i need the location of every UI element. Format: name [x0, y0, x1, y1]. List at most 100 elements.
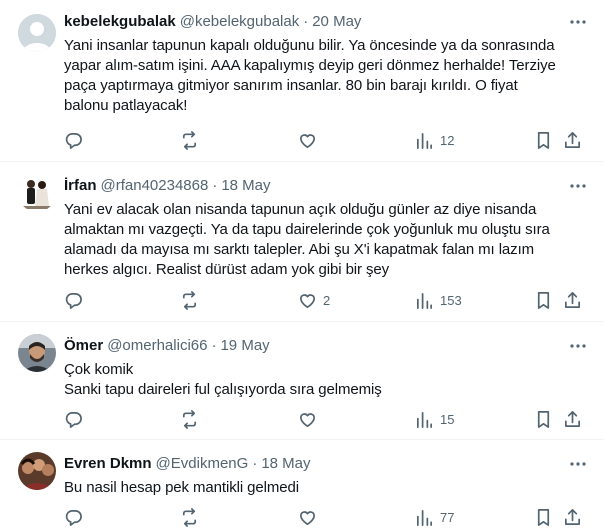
man-photo-icon: [18, 334, 56, 372]
default-avatar-icon: [18, 14, 56, 52]
tweet-text-line: Sanki tapu daireleri ful çalışıyorda sır…: [64, 381, 382, 398]
share-button[interactable]: [563, 129, 582, 151]
reply-icon: [65, 132, 82, 149]
views-count: 15: [440, 411, 455, 427]
more-icon[interactable]: [566, 452, 590, 476]
views-button[interactable]: 153: [415, 289, 462, 311]
separator: ·: [211, 337, 217, 354]
views-icon: [416, 292, 433, 309]
tweet-text-line: paça yaptırmaya gitmiyor sanırım insanla…: [64, 77, 518, 94]
retweet-button[interactable]: [180, 129, 199, 151]
tweet-header: İrfan @rfan40234868 · 18 May: [64, 176, 590, 196]
share-icon: [564, 508, 581, 525]
retweet-icon: [182, 507, 197, 527]
like-icon: [299, 293, 316, 308]
tweet-text-line: Yani ev alacak olan nisanda tapunun açık…: [64, 201, 537, 218]
user-handle[interactable]: @kebelekgubalak: [180, 12, 299, 32]
tweet-text: Bu nasil hesap pek mantikli gelmedi: [64, 478, 590, 498]
display-name[interactable]: kebelekgubalak: [64, 12, 176, 32]
tweet[interactable]: kebelekgubalak @kebelekgubalak · 20 May …: [0, 0, 604, 162]
bookmark-button[interactable]: [534, 289, 553, 311]
tweet-text-line: herkes algıcı. Realist dürüst adam yok g…: [64, 261, 390, 278]
share-button[interactable]: [563, 408, 582, 430]
bookmark-icon: [537, 410, 550, 428]
action-bar: 15: [0, 408, 604, 430]
tweet-text: Çok komik Sanki tapu daireleri ful çalış…: [64, 360, 590, 400]
tweet[interactable]: İrfan @rfan40234868 · 18 May Yani ev ala…: [0, 162, 604, 322]
tweet-header: Ömer @omerhalici66 · 19 May: [64, 336, 590, 356]
reply-button[interactable]: [64, 289, 83, 311]
views-button[interactable]: 15: [415, 408, 454, 430]
retweet-icon: [182, 130, 197, 150]
retweet-button[interactable]: [180, 289, 199, 311]
tweet-date[interactable]: 18 May: [221, 176, 270, 196]
share-button[interactable]: [563, 289, 582, 311]
like-button[interactable]: [298, 129, 323, 151]
like-icon: [299, 412, 316, 427]
tweet-text-line: Yani insanlar tapunun kapalı olduğunu bi…: [64, 37, 555, 54]
bookmark-icon: [537, 291, 550, 309]
views-count: 77: [440, 509, 455, 525]
tweet-date[interactable]: 18 May: [261, 454, 310, 474]
avatar[interactable]: [18, 14, 56, 52]
views-button[interactable]: 12: [415, 129, 454, 151]
reply-icon: [65, 411, 82, 428]
views-icon: [416, 411, 433, 428]
user-handle[interactable]: @rfan40234868: [101, 176, 209, 196]
tweet-text-line: alamadı da mayısa mı sarktı talepler. Ab…: [64, 241, 535, 258]
more-icon[interactable]: [566, 10, 590, 34]
tweet-text-line: almaktan mı vazgeçti. Ya da tapu dairele…: [64, 221, 550, 238]
tweet-text: Yani ev alacak olan nisanda tapunun açık…: [64, 200, 590, 280]
like-button[interactable]: [298, 408, 323, 430]
tweet-text-line: Çok komik: [64, 361, 134, 378]
tweet[interactable]: Ömer @omerhalici66 · 19 May Çok komik Sa…: [0, 322, 604, 440]
like-icon: [299, 510, 316, 525]
action-bar: 2 153: [0, 289, 604, 311]
like-button[interactable]: 2: [298, 289, 330, 311]
tweet-text-line: balonu patlayacak!: [64, 97, 188, 114]
tweet-text-line: yapar alım-satım işini. AAA kapalıymış d…: [64, 57, 556, 74]
views-count: 12: [440, 132, 455, 148]
bookmark-icon: [537, 131, 550, 149]
display-name[interactable]: İrfan: [64, 176, 97, 196]
tweet-date[interactable]: 20 May: [312, 12, 361, 32]
avatar[interactable]: [18, 334, 56, 372]
reply-icon: [65, 292, 82, 309]
tweet-text-line: Bu nasil hesap pek mantikli gelmedi: [64, 479, 299, 496]
display-name[interactable]: Evren Dkmn: [64, 454, 152, 474]
views-count: 153: [440, 292, 462, 308]
more-icon[interactable]: [566, 174, 590, 198]
retweet-button[interactable]: [180, 408, 199, 430]
retweet-icon: [182, 290, 197, 310]
user-handle[interactable]: @omerhalici66: [107, 336, 207, 356]
bookmark-button[interactable]: [534, 408, 553, 430]
more-icon[interactable]: [566, 334, 590, 358]
tweet-text: Yani insanlar tapunun kapalı olduğunu bi…: [64, 36, 590, 116]
reply-icon: [65, 509, 82, 526]
avatar[interactable]: [18, 452, 56, 490]
separator: ·: [212, 177, 218, 194]
views-icon: [416, 509, 433, 526]
bookmark-button[interactable]: [534, 129, 553, 151]
tweet[interactable]: Evren Dkmn @EvdikmenG · 18 May Bu nasil …: [0, 440, 604, 527]
avatar[interactable]: [18, 174, 56, 212]
like-icon: [299, 133, 316, 148]
share-icon: [564, 131, 581, 148]
tweet-date[interactable]: 19 May: [220, 336, 269, 356]
share-icon: [564, 410, 581, 427]
reply-button[interactable]: [64, 408, 83, 430]
separator: ·: [303, 13, 309, 30]
views-icon: [416, 132, 433, 149]
display-name[interactable]: Ömer: [64, 336, 103, 356]
retweet-icon: [182, 409, 197, 429]
tweet-header: Evren Dkmn @EvdikmenG · 18 May: [64, 454, 590, 474]
user-handle[interactable]: @EvdikmenG: [156, 454, 249, 474]
bookmark-icon: [537, 508, 550, 526]
like-count: 2: [323, 292, 331, 308]
group-photo-icon: [18, 452, 56, 490]
reply-button[interactable]: [64, 129, 83, 151]
couple-photo-icon: [18, 174, 56, 212]
action-bar: 12: [0, 129, 604, 151]
share-icon: [564, 291, 581, 308]
tweet-header: kebelekgubalak @kebelekgubalak · 20 May: [64, 12, 590, 32]
